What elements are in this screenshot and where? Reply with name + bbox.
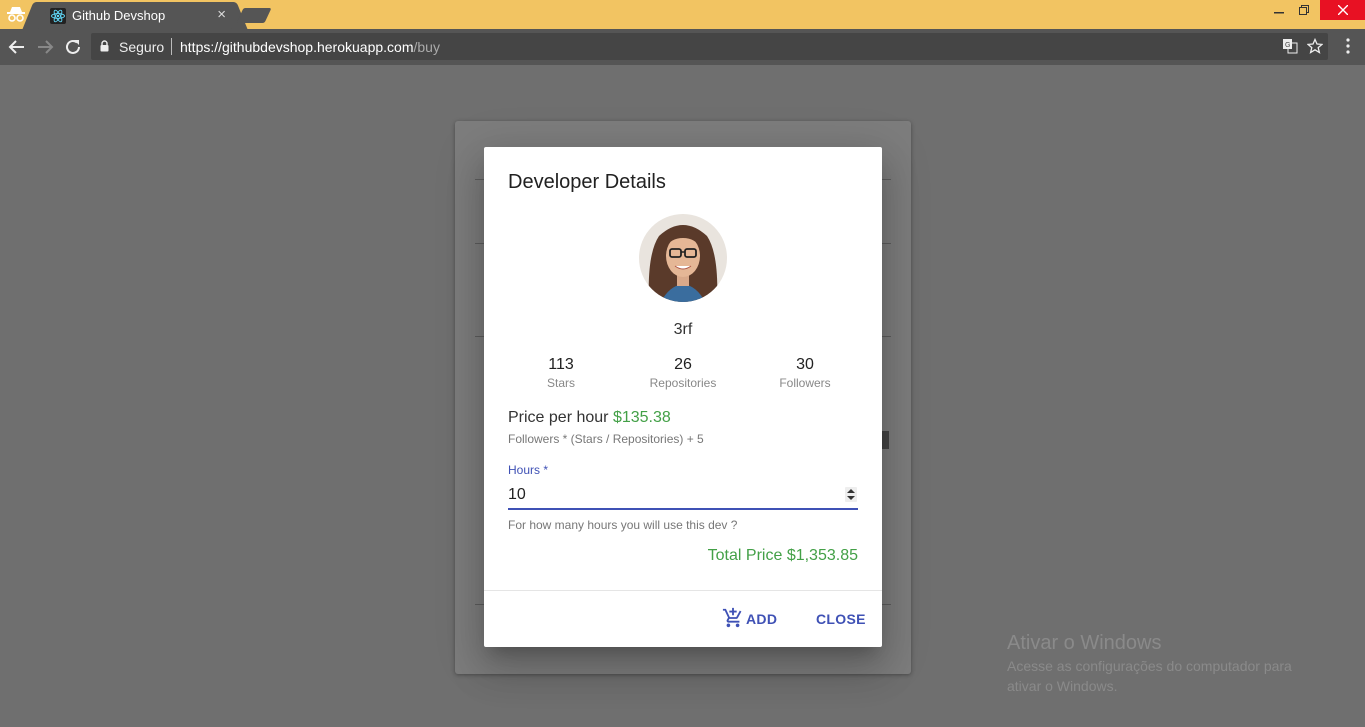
hours-label: Hours * — [508, 463, 549, 477]
windows-activation-title: Ativar o Windows — [1007, 632, 1162, 654]
stat-label: Followers — [779, 376, 831, 390]
price-value: $135.38 — [612, 409, 671, 426]
tab-close-button[interactable]: × — [217, 6, 226, 23]
dialog-title: Developer Details — [508, 171, 666, 193]
url-text[interactable]: https://githubdevshop.herokuapp.com/buy — [180, 39, 440, 55]
close-window-button[interactable] — [1320, 0, 1365, 20]
url-base: https://githubdevshop.herokuapp.com — [180, 39, 414, 55]
minimize-icon — [1274, 12, 1284, 14]
restore-icon — [1299, 5, 1309, 15]
lock-icon — [100, 40, 109, 52]
react-logo-icon — [50, 8, 66, 24]
price-label: Price per hour — [508, 409, 609, 426]
developer-name: 3rf — [673, 321, 693, 338]
new-tab-button[interactable] — [236, 8, 272, 23]
developer-avatar — [639, 214, 727, 302]
add-shopping-cart-icon[interactable] — [722, 607, 744, 629]
translate-icon[interactable]: G — [1282, 38, 1298, 54]
close-icon — [1337, 4, 1348, 16]
incognito-icon — [7, 7, 25, 22]
browser-tab-active[interactable]: Github Devshop × — [36, 2, 234, 29]
back-arrow-icon[interactable] — [8, 38, 26, 56]
developer-details-dialog: Developer Details 3rf 113 Stars 26 Repos… — [484, 147, 882, 647]
total-price: Total Price $1,353.85 — [708, 547, 858, 565]
stat-label: Repositories — [649, 376, 717, 390]
security-label: Seguro — [119, 39, 165, 55]
hours-input[interactable] — [508, 482, 858, 510]
address-separator — [171, 38, 172, 55]
price-formula: Followers * (Stars / Repositories) + 5 — [508, 432, 704, 446]
address-bar[interactable]: Seguro https://githubdevshop.herokuapp.c… — [91, 33, 1328, 60]
close-button[interactable]: CLOSE — [816, 605, 866, 633]
more-vert-icon — [1346, 38, 1350, 54]
tab-bar: Github Devshop × — [0, 0, 1365, 29]
stat-repositories: 26 Repositories — [623, 356, 743, 390]
bookmark-star-icon[interactable] — [1307, 38, 1323, 54]
stat-stars: 113 Stars — [501, 356, 621, 390]
stat-label: Stars — [546, 376, 575, 390]
url-path: /buy — [413, 39, 440, 55]
dialog-divider — [484, 590, 882, 591]
stat-value: 113 — [548, 356, 574, 373]
stat-value: 30 — [796, 356, 814, 373]
svg-text:G: G — [1285, 42, 1290, 49]
stat-followers: 30 Followers — [745, 356, 865, 390]
windows-activation-text: ativar o Windows. — [1007, 678, 1118, 694]
background-scrollbar — [881, 431, 889, 449]
price-per-hour: Price per hour $135.38 — [508, 409, 671, 427]
total-value: $1,353.85 — [786, 547, 858, 564]
stat-value: 26 — [674, 356, 692, 373]
hours-helper-text: For how many hours you will use this dev… — [508, 518, 738, 532]
forward-arrow-icon[interactable] — [36, 38, 54, 56]
tab-title: Github Devshop — [72, 8, 166, 23]
hours-stepper[interactable] — [845, 487, 857, 502]
add-button[interactable]: ADD — [746, 605, 777, 633]
total-label: Total Price — [707, 547, 783, 564]
windows-activation-text: Acesse as configurações do computador pa… — [1007, 658, 1292, 674]
browser-menu-icon[interactable] — [1343, 38, 1353, 54]
restore-window-button[interactable] — [1288, 0, 1320, 20]
browser-toolbar: Seguro https://githubdevshop.herokuapp.c… — [0, 29, 1365, 65]
reload-icon[interactable] — [64, 38, 82, 56]
